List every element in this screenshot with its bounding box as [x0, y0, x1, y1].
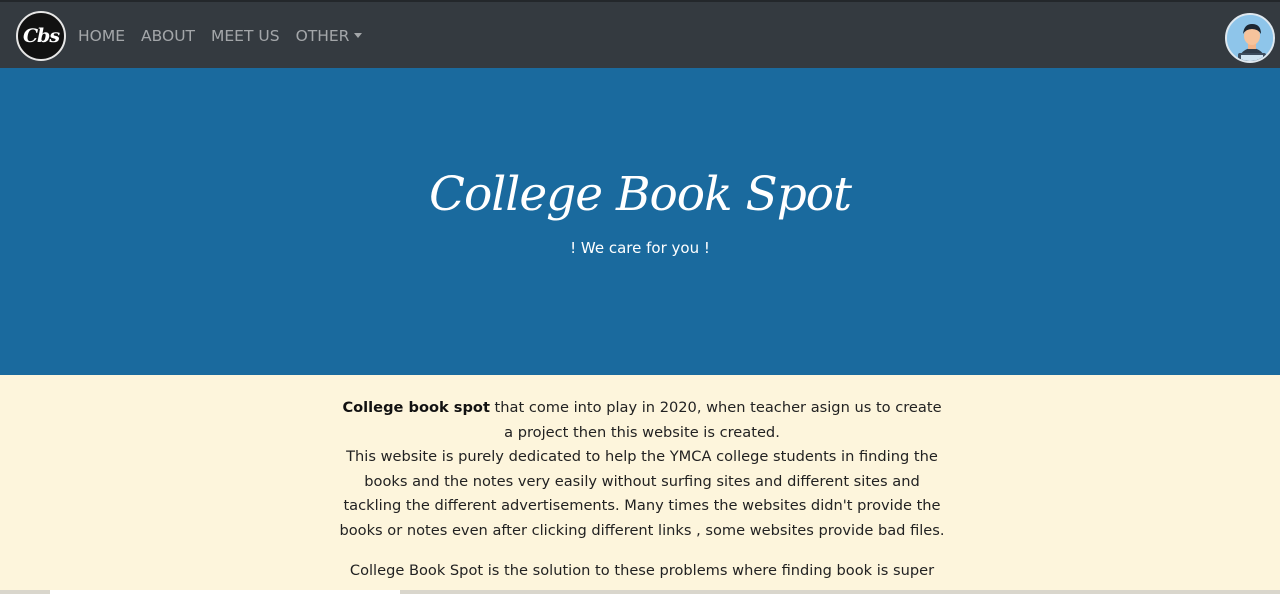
user-avatar[interactable] — [1225, 13, 1275, 63]
nav-links: HOME ABOUT MEET US OTHER — [78, 26, 378, 46]
nav-item-home[interactable]: HOME — [78, 26, 125, 46]
nav-item-meet-us[interactable]: MEET US — [211, 26, 280, 46]
nav-item-about[interactable]: ABOUT — [141, 26, 195, 46]
caret-down-icon — [354, 33, 363, 38]
about-paragraph-1-line2: This website is purely dedicated to help… — [339, 448, 945, 539]
about-paragraph-1-bold: College book spot — [342, 399, 490, 416]
brand-logo[interactable]: Cbs — [16, 11, 66, 61]
scrollbar-thumb[interactable] — [50, 590, 400, 594]
person-icon — [1227, 15, 1273, 61]
about-paragraph-1-rest: that come into play in 2020, when teache… — [489, 399, 942, 441]
about-text: College book spot that come into play in… — [336, 396, 948, 594]
nav-item-other-label: OTHER — [295, 27, 350, 45]
nav-item-other-dropdown[interactable]: OTHER — [296, 26, 363, 46]
navbar: Cbs HOME ABOUT MEET US OTHER — [0, 0, 1280, 68]
hero-title: College Book Spot — [429, 167, 852, 222]
hero-subtitle: ! We care for you ! — [570, 239, 710, 257]
hero-banner: College Book Spot ! We care for you ! — [0, 68, 1280, 375]
about-paragraph-2: College Book Spot is the solution to the… — [349, 562, 935, 579]
brand-logo-text: Cbs — [22, 25, 60, 47]
about-paragraph-1: College book spot that come into play in… — [336, 396, 948, 543]
about-content: College book spot that come into play in… — [0, 375, 1280, 594]
